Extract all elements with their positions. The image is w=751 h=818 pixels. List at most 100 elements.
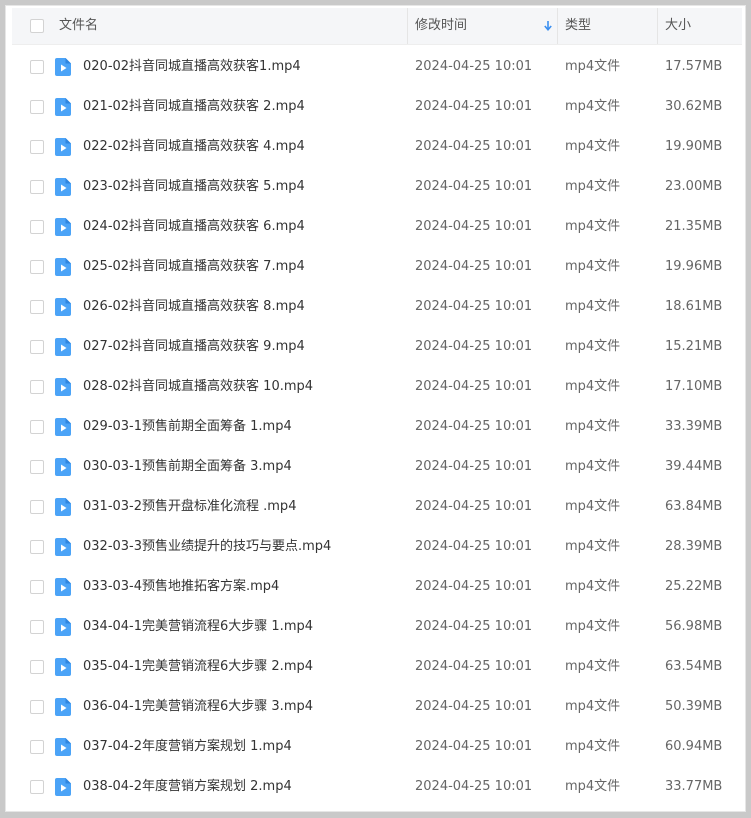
- file-name[interactable]: 033-03-4预售地推拓客方案.mp4: [83, 567, 279, 607]
- file-type: mp4文件: [565, 499, 621, 514]
- video-file-icon: [55, 458, 71, 476]
- table-row[interactable]: 025-02抖音同城直播高效获客 7.mp4 2024-04-25 10:01 mp…: [12, 247, 742, 287]
- file-size: 39.44MB: [665, 459, 723, 474]
- table-row[interactable]: 026-02抖音同城直播高效获客 8.mp4 2024-04-25 10:01 mp…: [12, 287, 742, 327]
- file-size: 23.00MB: [665, 179, 723, 194]
- file-name[interactable]: 025-02抖音同城直播高效获客 7.mp4: [83, 247, 305, 287]
- file-name[interactable]: 020-02抖音同城直播高效获客1.mp4: [83, 47, 301, 87]
- row-checkbox[interactable]: [30, 60, 44, 74]
- video-file-icon: [55, 498, 71, 516]
- file-type: mp4文件: [565, 259, 621, 274]
- table-row[interactable]: 029-03-1预售前期全面筹备 1.mp4 2024-04-25 10:01 mp…: [12, 407, 742, 447]
- file-type: mp4文件: [565, 179, 621, 194]
- table-row[interactable]: 022-02抖音同城直播高效获客 4.mp4 2024-04-25 10:01 mp…: [12, 127, 742, 167]
- row-checkbox[interactable]: [30, 740, 44, 754]
- file-name[interactable]: 031-03-2预售开盘标准化流程 .mp4: [83, 487, 296, 527]
- file-name[interactable]: 022-02抖音同城直播高效获客 4.mp4: [83, 127, 305, 167]
- video-file-icon: [55, 338, 71, 356]
- file-type: mp4文件: [565, 739, 621, 754]
- row-checkbox[interactable]: [30, 420, 44, 434]
- table-row[interactable]: 034-04-1完美营销流程6大步骤 1.mp4 2024-04-25 10:01…: [12, 607, 742, 647]
- table-row[interactable]: 023-02抖音同城直播高效获客 5.mp4 2024-04-25 10:01 mp…: [12, 167, 742, 207]
- table-row[interactable]: 020-02抖音同城直播高效获客1.mp4 2024-04-25 10:01 mp4…: [12, 47, 742, 87]
- file-type: mp4文件: [565, 339, 621, 354]
- list-header: 文件名 修改时间 类型 大小: [12, 8, 742, 45]
- row-checkbox[interactable]: [30, 540, 44, 554]
- row-checkbox[interactable]: [30, 260, 44, 274]
- file-name[interactable]: 036-04-1完美营销流程6大步骤 3.mp4: [83, 687, 313, 727]
- file-size: 19.96MB: [665, 259, 723, 274]
- file-name[interactable]: 023-02抖音同城直播高效获客 5.mp4: [83, 167, 305, 207]
- file-type: mp4文件: [565, 539, 621, 554]
- row-checkbox[interactable]: [30, 180, 44, 194]
- row-checkbox[interactable]: [30, 780, 44, 794]
- modified-time: 2024-04-25 10:01: [415, 379, 533, 394]
- modified-time: 2024-04-25 10:01: [415, 299, 533, 314]
- modified-time: 2024-04-25 10:01: [415, 59, 533, 74]
- row-checkbox[interactable]: [30, 300, 44, 314]
- row-checkbox[interactable]: [30, 340, 44, 354]
- modified-time: 2024-04-25 10:01: [415, 419, 533, 434]
- file-name[interactable]: 035-04-1完美营销流程6大步骤 2.mp4: [83, 647, 313, 687]
- row-checkbox[interactable]: [30, 700, 44, 714]
- table-row[interactable]: 038-04-2年度营销方案规划 2.mp4 2024-04-25 10:01 mp…: [12, 767, 742, 807]
- video-file-icon: [55, 98, 71, 116]
- column-header-type[interactable]: 类型: [565, 8, 591, 44]
- file-name[interactable]: 037-04-2年度营销方案规划 1.mp4: [83, 727, 292, 767]
- modified-time: 2024-04-25 10:01: [415, 459, 533, 474]
- file-name[interactable]: 024-02抖音同城直播高效获客 6.mp4: [83, 207, 305, 247]
- table-row[interactable]: 033-03-4预售地推拓客方案.mp4 2024-04-25 10:01 mp4文…: [12, 567, 742, 607]
- row-checkbox[interactable]: [30, 580, 44, 594]
- table-row[interactable]: 027-02抖音同城直播高效获客 9.mp4 2024-04-25 10:01 mp…: [12, 327, 742, 367]
- file-type: mp4文件: [565, 139, 621, 154]
- row-checkbox[interactable]: [30, 500, 44, 514]
- row-checkbox[interactable]: [30, 140, 44, 154]
- select-all-checkbox[interactable]: [30, 19, 44, 33]
- row-checkbox[interactable]: [30, 660, 44, 674]
- column-header-size[interactable]: 大小: [665, 8, 691, 44]
- column-header-name[interactable]: 文件名: [59, 8, 98, 44]
- table-row[interactable]: 028-02抖音同城直播高效获客 10.mp4 2024-04-25 10:01 m…: [12, 367, 742, 407]
- file-name[interactable]: 027-02抖音同城直播高效获客 9.mp4: [83, 327, 305, 367]
- file-name[interactable]: 032-03-3预售业绩提升的技巧与要点.mp4: [83, 527, 331, 567]
- video-file-icon: [55, 298, 71, 316]
- table-row[interactable]: 037-04-2年度营销方案规划 1.mp4 2024-04-25 10:01 mp…: [12, 727, 742, 767]
- file-type: mp4文件: [565, 59, 621, 74]
- file-size: 50.39MB: [665, 699, 723, 714]
- file-type: mp4文件: [565, 419, 621, 434]
- row-checkbox[interactable]: [30, 100, 44, 114]
- row-checkbox[interactable]: [30, 460, 44, 474]
- file-name[interactable]: 034-04-1完美营销流程6大步骤 1.mp4: [83, 607, 313, 647]
- table-row[interactable]: 036-04-1完美营销流程6大步骤 3.mp4 2024-04-25 10:01…: [12, 687, 742, 727]
- file-size: 30.62MB: [665, 99, 723, 114]
- file-name[interactable]: 026-02抖音同城直播高效获客 8.mp4: [83, 287, 305, 327]
- arrow-down-icon[interactable]: [543, 20, 553, 32]
- row-checkbox[interactable]: [30, 380, 44, 394]
- file-name[interactable]: 029-03-1预售前期全面筹备 1.mp4: [83, 407, 292, 447]
- table-row[interactable]: 030-03-1预售前期全面筹备 3.mp4 2024-04-25 10:01 mp…: [12, 447, 742, 487]
- file-name[interactable]: 030-03-1预售前期全面筹备 3.mp4: [83, 447, 292, 487]
- file-name[interactable]: 038-04-2年度营销方案规划 2.mp4: [83, 767, 292, 807]
- column-divider[interactable]: [657, 8, 658, 44]
- table-row[interactable]: 035-04-1完美营销流程6大步骤 2.mp4 2024-04-25 10:01…: [12, 647, 742, 687]
- row-checkbox[interactable]: [30, 220, 44, 234]
- table-row[interactable]: 024-02抖音同城直播高效获客 6.mp4 2024-04-25 10:01 mp…: [12, 207, 742, 247]
- file-size: 33.39MB: [665, 419, 723, 434]
- file-type: mp4文件: [565, 379, 621, 394]
- file-name[interactable]: 021-02抖音同城直播高效获客 2.mp4: [83, 87, 305, 127]
- table-row[interactable]: 032-03-3预售业绩提升的技巧与要点.mp4 2024-04-25 10:01…: [12, 527, 742, 567]
- column-divider[interactable]: [407, 8, 408, 44]
- file-list: 020-02抖音同城直播高效获客1.mp4 2024-04-25 10:01 mp4…: [12, 47, 742, 807]
- file-size: 60.94MB: [665, 739, 723, 754]
- file-name[interactable]: 028-02抖音同城直播高效获客 10.mp4: [83, 367, 313, 407]
- table-row[interactable]: 021-02抖音同城直播高效获客 2.mp4 2024-04-25 10:01 mp…: [12, 87, 742, 127]
- file-type: mp4文件: [565, 299, 621, 314]
- row-checkbox[interactable]: [30, 620, 44, 634]
- table-row[interactable]: 031-03-2预售开盘标准化流程 .mp4 2024-04-25 10:01 mp…: [12, 487, 742, 527]
- file-size: 25.22MB: [665, 579, 723, 594]
- file-type: mp4文件: [565, 619, 621, 634]
- column-divider[interactable]: [557, 8, 558, 44]
- column-header-time[interactable]: 修改时间: [415, 8, 467, 44]
- modified-time: 2024-04-25 10:01: [415, 739, 533, 754]
- video-file-icon: [55, 778, 71, 796]
